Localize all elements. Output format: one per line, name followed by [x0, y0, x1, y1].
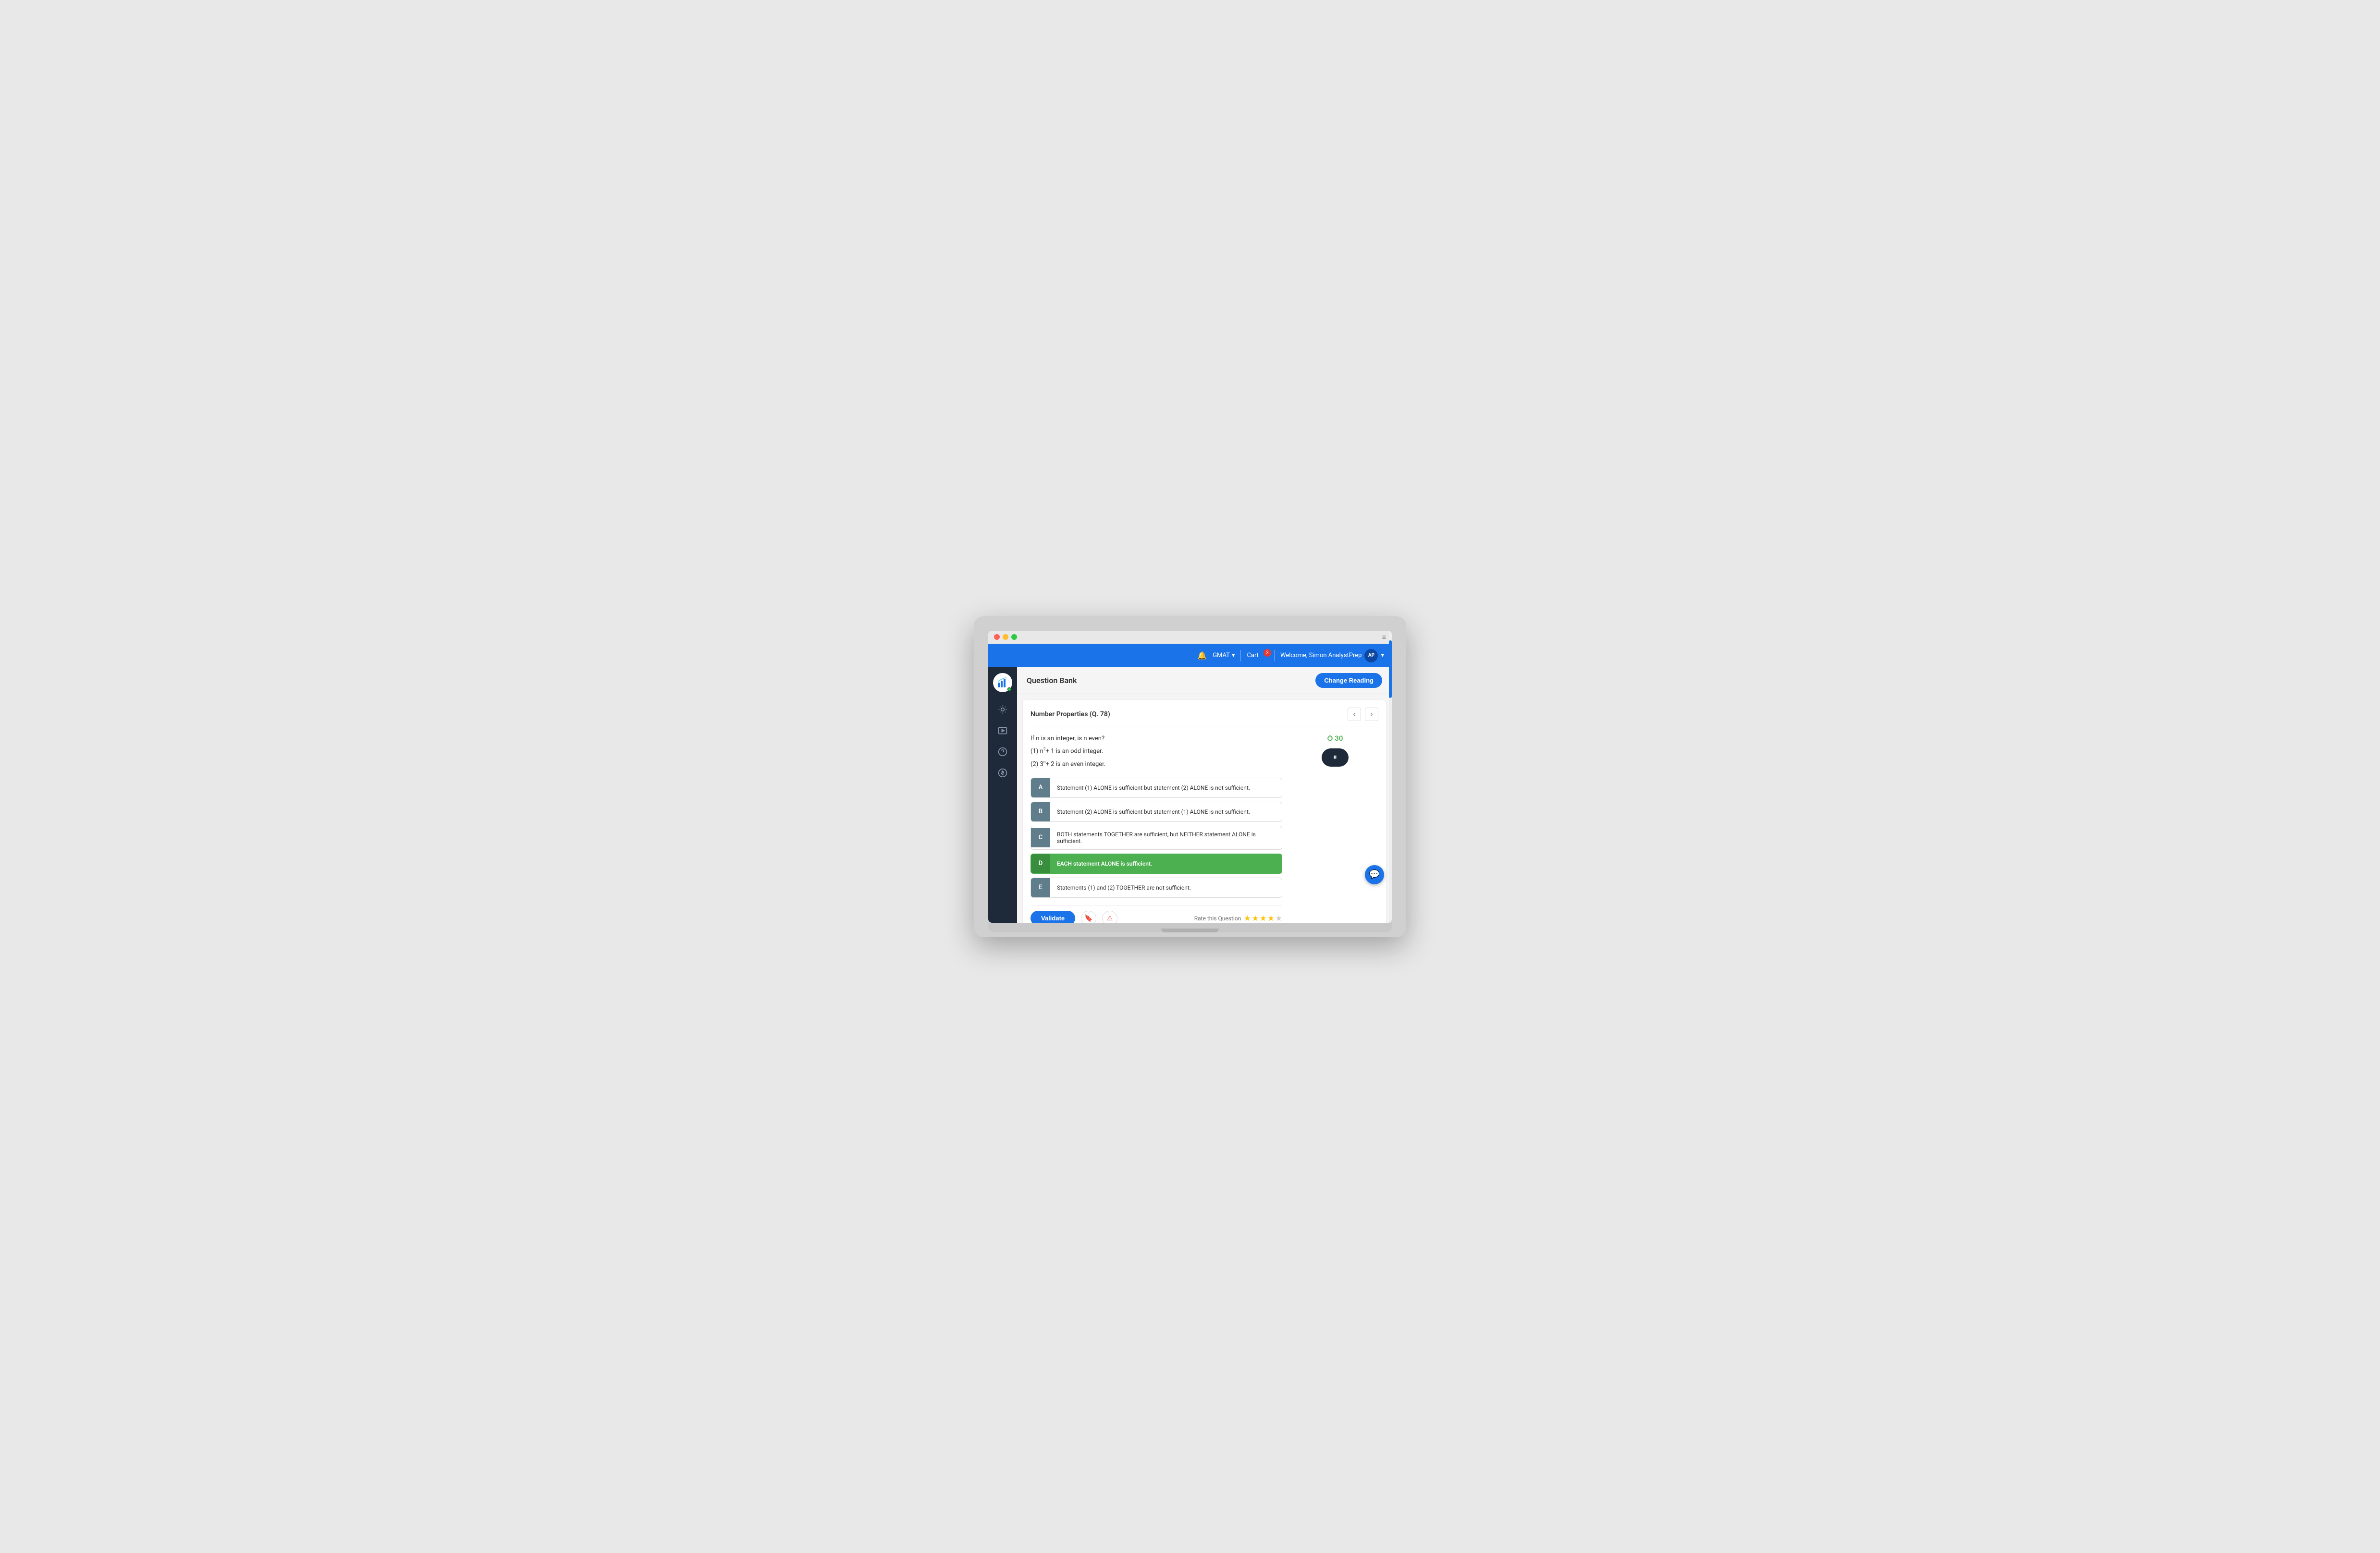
question-text: If n is an integer, is n even? (1) n2+ 1…: [1031, 734, 1282, 770]
maximize-button[interactable]: [1011, 634, 1017, 640]
sidebar-item-help[interactable]: [993, 742, 1012, 761]
content-area: Question Bank Change Reading Number Prop…: [1017, 667, 1392, 923]
bottom-bar: Validate 🔖 ⚠ Rate this Question: [1031, 905, 1282, 923]
question-layout: If n is an integer, is n even? (1) n2+ 1…: [1031, 734, 1378, 923]
option-b-label: B: [1031, 802, 1050, 821]
star-rating[interactable]: ★ ★ ★ ★ ★: [1244, 914, 1282, 922]
flag-icon: ⚠: [1107, 915, 1113, 922]
star-2[interactable]: ★: [1252, 914, 1259, 922]
cart-label: Cart: [1247, 652, 1259, 659]
chat-button[interactable]: 💬: [1365, 865, 1384, 884]
timer-value: 30: [1335, 734, 1343, 743]
option-a-label: A: [1031, 778, 1050, 797]
timer-display: ⏱ 30: [1327, 734, 1343, 743]
sidebar: [988, 667, 1017, 923]
avatar: AP: [1364, 649, 1378, 662]
status-dot: [1007, 687, 1011, 691]
question-nav-arrows: ‹ ›: [1348, 708, 1378, 721]
prev-question-button[interactable]: ‹: [1348, 708, 1361, 721]
option-d[interactable]: D EACH statement ALONE is sufficient.: [1031, 854, 1282, 874]
cart-button[interactable]: Cart 3: [1247, 652, 1268, 659]
option-c[interactable]: C BOTH statements TOGETHER are sufficien…: [1031, 826, 1282, 850]
question-bank-header: Question Bank Change Reading: [1017, 667, 1392, 694]
nav-divider2: [1274, 650, 1275, 661]
bell-icon[interactable]: 🔔: [1197, 651, 1207, 660]
question-left-panel: If n is an integer, is n even? (1) n2+ 1…: [1031, 734, 1282, 923]
close-button[interactable]: [994, 634, 1000, 640]
question-statement1: (1) n2+ 1 is an odd integer.: [1031, 746, 1282, 757]
star-1[interactable]: ★: [1244, 914, 1251, 922]
pause-icon: ⏸: [1333, 753, 1337, 762]
option-d-text: EACH statement ALONE is sufficient.: [1050, 856, 1282, 872]
option-c-text: BOTH statements TOGETHER are sufficient,…: [1050, 826, 1282, 849]
option-a-text: Statement (1) ALONE is sufficient but st…: [1050, 780, 1282, 796]
user-chevron-icon: ▾: [1381, 652, 1384, 659]
user-menu[interactable]: Welcome, Simon AnalystPrep AP ▾: [1280, 649, 1384, 662]
answer-options: A Statement (1) ALONE is sufficient but …: [1031, 778, 1282, 898]
question-right-panel: ⏱ 30 ⏸: [1292, 734, 1378, 923]
timer-icon: ⏱: [1327, 734, 1333, 743]
laptop-screen: ≡ 🔔 GMAT ▾ Cart 3 Welcome, Simon Analyst…: [988, 631, 1392, 923]
question-category: Number Properties (Q. 78): [1031, 710, 1110, 718]
menu-icon[interactable]: ≡: [1382, 633, 1386, 641]
question-statement2: (2) 3n+ 2 is an even integer.: [1031, 759, 1282, 770]
page-title: Question Bank: [1027, 676, 1077, 685]
rate-label: Rate this Question: [1194, 915, 1241, 922]
welcome-label: Welcome, Simon AnalystPrep: [1280, 652, 1362, 659]
question-card-header: Number Properties (Q. 78) ‹ ›: [1031, 708, 1378, 726]
question-line1: If n is an integer, is n even?: [1031, 734, 1282, 744]
pause-button[interactable]: ⏸: [1322, 748, 1349, 767]
option-e-text: Statements (1) and (2) TOGETHER are not …: [1050, 880, 1282, 896]
sidebar-item-finance[interactable]: [993, 763, 1012, 783]
mac-titlebar: ≡: [988, 631, 1392, 644]
gmat-chevron-icon: ▾: [1232, 652, 1235, 659]
option-e[interactable]: E Statements (1) and (2) TOGETHER are no…: [1031, 878, 1282, 898]
bookmark-icon: 🔖: [1084, 915, 1092, 922]
sidebar-item-video[interactable]: [993, 721, 1012, 740]
option-e-label: E: [1031, 878, 1050, 897]
stmt2-prefix: (2) 3: [1031, 761, 1043, 768]
rate-section: Rate this Question ★ ★ ★ ★ ★: [1194, 914, 1282, 922]
laptop-notch: [1161, 929, 1219, 932]
top-nav: 🔔 GMAT ▾ Cart 3 Welcome, Simon AnalystPr…: [988, 644, 1392, 667]
main-body: Question Bank Change Reading Number Prop…: [988, 667, 1392, 923]
option-a[interactable]: A Statement (1) ALONE is sufficient but …: [1031, 778, 1282, 798]
option-b[interactable]: B Statement (2) ALONE is sufficient but …: [1031, 802, 1282, 822]
option-d-label: D: [1031, 854, 1050, 873]
validate-button[interactable]: Validate: [1031, 911, 1075, 922]
next-question-button[interactable]: ›: [1365, 708, 1378, 721]
option-c-label: C: [1031, 828, 1050, 847]
minimize-button[interactable]: [1003, 634, 1008, 640]
sidebar-item-brain[interactable]: [993, 700, 1012, 719]
star-3[interactable]: ★: [1260, 914, 1266, 922]
flag-button[interactable]: ⚠: [1102, 911, 1117, 923]
star-5[interactable]: ★: [1276, 914, 1282, 922]
scrollbar-thumb[interactable]: [1389, 667, 1392, 698]
app-container: 🔔 GMAT ▾ Cart 3 Welcome, Simon AnalystPr…: [988, 644, 1392, 923]
stmt1-suffix: + 1 is an odd integer.: [1045, 748, 1103, 755]
laptop-frame: ≡ 🔔 GMAT ▾ Cart 3 Welcome, Simon Analyst…: [974, 616, 1406, 937]
laptop-base: [988, 923, 1392, 932]
gmat-label: GMAT: [1213, 652, 1230, 659]
stmt1-prefix: (1) n: [1031, 748, 1043, 755]
question-card: Number Properties (Q. 78) ‹ › If n is an…: [1023, 700, 1386, 923]
bookmark-button[interactable]: 🔖: [1081, 911, 1096, 923]
star-4[interactable]: ★: [1267, 914, 1274, 922]
scrollbar-track[interactable]: [1389, 667, 1392, 923]
gmat-dropdown[interactable]: GMAT ▾: [1213, 652, 1235, 659]
change-reading-button[interactable]: Change Reading: [1315, 673, 1382, 688]
nav-divider: [1240, 650, 1241, 661]
chat-icon: 💬: [1369, 869, 1380, 880]
stmt2-suffix: + 2 is an even integer.: [1045, 761, 1105, 768]
sidebar-logo[interactable]: [993, 673, 1012, 692]
cart-badge: 3: [1264, 649, 1271, 657]
option-b-text: Statement (2) ALONE is sufficient but st…: [1050, 804, 1282, 820]
